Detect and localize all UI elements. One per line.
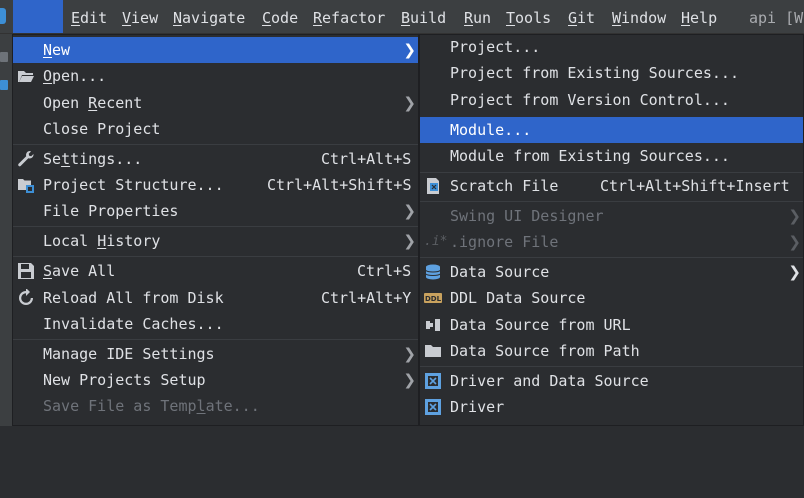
new-submenu: Project... Project from Existing Sources…	[419, 34, 804, 426]
shortcut-label: Ctrl+Alt+Shift+Insert	[600, 177, 790, 195]
separator	[13, 144, 418, 145]
menu-item-module[interactable]: Module...	[420, 117, 803, 143]
menu-item-close-project[interactable]: Close Project	[13, 116, 418, 142]
menu-item-module-from-existing-sources[interactable]: Module from Existing Sources...	[420, 143, 803, 169]
submenu-arrow-icon: ❯	[403, 345, 416, 363]
menu-item-driver[interactable]: Driver	[420, 394, 803, 420]
submenu-arrow-icon: ❯	[403, 94, 416, 112]
folder-open-icon	[18, 71, 34, 82]
menu-item-open[interactable]: Open...	[13, 63, 418, 89]
separator	[13, 339, 418, 340]
wrench-icon	[18, 151, 34, 167]
project-tool-icon[interactable]	[0, 52, 8, 62]
menu-item-project[interactable]: Project...	[420, 34, 803, 60]
menu-item-data-source-from-url[interactable]: Data Source from URL	[420, 312, 803, 338]
database-icon	[425, 264, 441, 280]
separator	[420, 366, 803, 367]
menu-file[interactable]: File	[13, 0, 63, 63]
menu-item-settings[interactable]: Settings... Ctrl+Alt+S	[13, 146, 418, 172]
menu-item-invalidate-caches[interactable]: Invalidate Caches...	[13, 311, 418, 337]
menu-item-local-history[interactable]: Local History ❯	[13, 228, 418, 254]
svg-text:DDL: DDL	[425, 295, 442, 303]
menu-bar: File Edit View Navigate Code Refactor Bu…	[0, 0, 804, 63]
menu-item-new[interactable]: New ❯	[13, 37, 418, 63]
menu-item-manage-ide-settings[interactable]: Manage IDE Settings ❯	[13, 341, 418, 367]
separator	[13, 226, 418, 227]
menu-item-project-from-existing-sources[interactable]: Project from Existing Sources...	[420, 60, 803, 86]
menu-item-open-recent[interactable]: Open Recent ❯	[13, 90, 418, 116]
project-structure-icon	[18, 179, 34, 193]
menu-refactor[interactable]: Refactor	[313, 0, 385, 33]
submenu-arrow-icon: ❯	[403, 202, 416, 220]
menu-window[interactable]: Window	[612, 0, 666, 33]
menu-code[interactable]: Code	[262, 0, 298, 33]
submenu-arrow-icon: ❯	[788, 207, 801, 225]
app-icon	[0, 8, 6, 24]
menu-item-data-source-from-path[interactable]: Data Source from Path	[420, 338, 803, 364]
menu-item-project-structure[interactable]: Project Structure... Ctrl+Alt+Shift+S	[13, 172, 418, 198]
menu-git[interactable]: Git	[568, 0, 595, 33]
menu-edit[interactable]: Edit	[71, 0, 107, 33]
separator	[13, 256, 418, 257]
submenu-arrow-icon: ❯	[403, 232, 416, 250]
url-plug-icon	[426, 319, 440, 331]
menu-item-ddl-data-source[interactable]: DDL DDL Data Source	[420, 285, 803, 311]
menu-item-save-file-as-template: Save File as Template...	[43, 397, 260, 415]
separator	[420, 257, 803, 258]
menu-item-driver-and-data-source[interactable]: Driver and Data Source	[420, 368, 803, 394]
ignore-file-icon: .i*	[424, 234, 448, 249]
menu-navigate[interactable]: Navigate	[173, 0, 245, 33]
menu-item-data-source[interactable]: Data Source ❯	[420, 259, 803, 285]
menu-item-scratch-file[interactable]: Scratch File Ctrl+Alt+Shift+Insert	[420, 173, 803, 199]
shortcut-label: Ctrl+Alt+Shift+S	[267, 176, 412, 194]
menu-item-reload-all[interactable]: Reload All from Disk Ctrl+Alt+Y	[13, 285, 418, 311]
submenu-arrow-icon: ❯	[788, 233, 801, 251]
submenu-arrow-icon: ❯	[403, 41, 416, 59]
submenu-arrow-icon: ❯	[788, 263, 801, 281]
menu-help[interactable]: Help	[681, 0, 717, 33]
menu-item-save-all[interactable]: Save All Ctrl+S	[13, 258, 418, 284]
shortcut-label: Ctrl+Alt+Y	[321, 289, 412, 307]
menu-build[interactable]: Build	[401, 0, 446, 33]
menu-tools[interactable]: Tools	[506, 0, 551, 33]
separator	[420, 201, 803, 202]
driver-icon	[425, 373, 441, 389]
save-icon	[18, 263, 34, 279]
window-title: api [W	[749, 9, 804, 27]
reload-icon	[19, 289, 33, 305]
menu-item-swing-ui-designer: Swing UI Designer ❯	[420, 203, 803, 229]
driver-icon	[425, 399, 441, 415]
ddl-icon: DDL	[424, 293, 442, 303]
menu-item-ignore-file: .i* .ignore File ❯	[420, 229, 803, 255]
menu-item-file-properties[interactable]: File Properties ❯	[13, 198, 418, 224]
submenu-arrow-icon: ❯	[403, 371, 416, 389]
shortcut-label: Ctrl+Alt+S	[321, 150, 412, 168]
folder-icon	[425, 345, 441, 357]
menu-item-project-from-vcs[interactable]: Project from Version Control...	[420, 87, 803, 113]
structure-tool-icon[interactable]	[0, 80, 8, 90]
file-menu: New ❯ Open... Open Recent ❯ Close Projec…	[12, 34, 419, 426]
scratch-file-icon	[427, 178, 439, 194]
menu-run[interactable]: Run	[464, 0, 491, 33]
menu-item-new-projects-setup[interactable]: New Projects Setup ❯	[13, 367, 418, 393]
menu-view[interactable]: View	[122, 0, 158, 33]
shortcut-label: Ctrl+S	[357, 262, 412, 280]
